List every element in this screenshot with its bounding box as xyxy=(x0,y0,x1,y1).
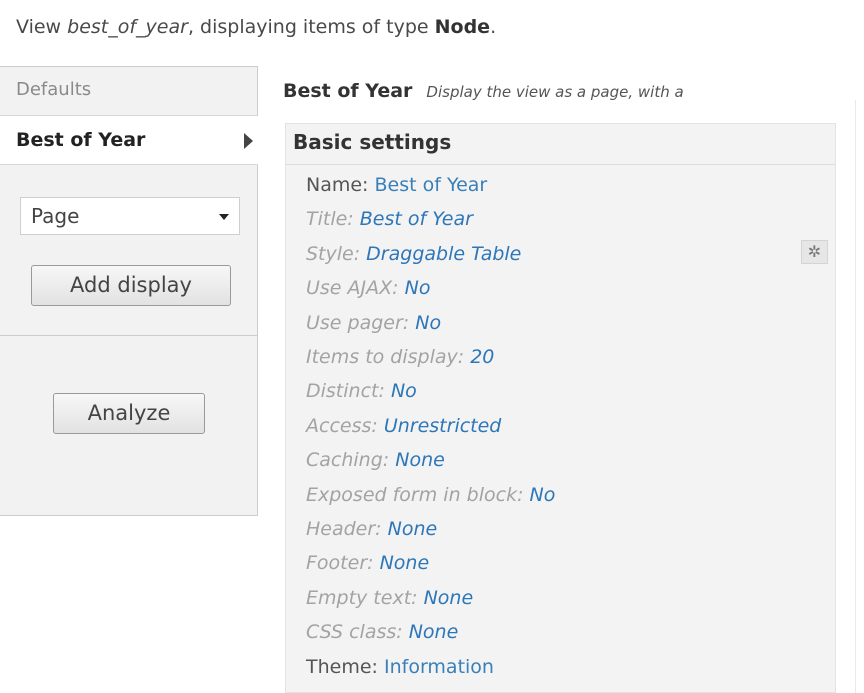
view-title-middle: , displaying items of type xyxy=(187,16,435,38)
setting-value-link[interactable]: Best of Year xyxy=(375,174,488,196)
setting-value-link[interactable]: None xyxy=(409,621,459,643)
setting-label: Items to display: xyxy=(306,346,465,368)
setting-value-link[interactable]: No xyxy=(405,277,431,299)
setting-value-link[interactable]: No xyxy=(391,380,417,402)
setting-row: Title: Best of Year xyxy=(306,208,473,230)
setting-label: CSS class: xyxy=(306,621,403,644)
setting-value-link[interactable]: None xyxy=(380,552,430,574)
setting-value-link[interactable]: No xyxy=(415,312,441,334)
gear-icon[interactable]: ✲ xyxy=(801,240,828,264)
setting-row: Theme: Information xyxy=(306,656,494,678)
setting-value-link[interactable]: None xyxy=(388,518,438,540)
setting-label: Exposed form in block: xyxy=(306,483,524,506)
view-title: View best_of_year, displaying items of t… xyxy=(16,16,496,38)
view-base-type: Node xyxy=(434,16,491,38)
setting-label: Theme: xyxy=(306,655,378,678)
basic-settings-panel: Basic settings Name: Best of Year Title: … xyxy=(285,123,836,693)
analyze-button[interactable]: Analyze xyxy=(53,393,205,434)
chevron-down-icon xyxy=(219,214,229,220)
setting-label: Caching: xyxy=(306,449,390,472)
view-machine-name: best_of_year xyxy=(67,16,188,38)
setting-row: Empty text: None xyxy=(306,587,473,609)
setting-row: Distinct: No xyxy=(306,380,417,402)
setting-row: Style: Draggable Table xyxy=(306,243,521,265)
setting-value-link[interactable]: Draggable Table xyxy=(366,243,521,265)
setting-label: Empty text: xyxy=(306,586,418,609)
setting-row: Header: None xyxy=(306,518,437,540)
arrow-right-icon xyxy=(244,133,253,149)
setting-value-link[interactable]: No xyxy=(530,484,556,506)
basic-settings-title: Basic settings xyxy=(293,130,452,154)
tab-best-of-year-label: Best of Year xyxy=(16,129,146,151)
setting-label: Footer: xyxy=(306,552,374,575)
view-title-suffix: . xyxy=(490,16,497,38)
setting-row: Use pager: No xyxy=(306,312,441,334)
setting-value-link[interactable]: None xyxy=(424,587,474,609)
tab-defaults[interactable]: Defaults xyxy=(0,67,257,116)
display-description: Display the view as a page, with a xyxy=(426,83,684,101)
display-title: Best of Year xyxy=(283,80,413,102)
setting-label: Use pager: xyxy=(306,311,410,334)
panel-edge-divider xyxy=(855,100,856,693)
setting-label: Style: xyxy=(306,242,361,265)
setting-label: Title: xyxy=(306,208,354,231)
tabs-divider xyxy=(0,335,257,336)
setting-row: Caching: None xyxy=(306,449,445,471)
setting-label: Distinct: xyxy=(306,380,385,403)
setting-value-link[interactable]: Unrestricted xyxy=(384,415,502,437)
setting-row: Use AJAX: No xyxy=(306,277,430,299)
display-type-value: Page xyxy=(31,204,80,228)
setting-row: Footer: None xyxy=(306,552,429,574)
tab-best-of-year[interactable]: Best of Year xyxy=(0,116,258,165)
setting-label: Name: xyxy=(306,174,369,196)
setting-label: Access: xyxy=(306,414,378,437)
settings-divider xyxy=(286,164,835,165)
display-tabs: Defaults Best of Year Page Add display A… xyxy=(0,66,258,516)
setting-row: Access: Unrestricted xyxy=(306,415,501,437)
setting-value-link[interactable]: Best of Year xyxy=(360,208,473,230)
setting-row: Exposed form in block: No xyxy=(306,484,555,506)
add-display-button[interactable]: Add display xyxy=(31,265,231,306)
setting-value-link[interactable]: 20 xyxy=(470,346,494,368)
setting-row: Items to display: 20 xyxy=(306,346,494,368)
display-header: Best of Year Display the view as a page, … xyxy=(283,80,684,102)
setting-row: Name: Best of Year xyxy=(306,174,487,196)
view-title-prefix: View xyxy=(16,16,68,38)
setting-label: Use AJAX: xyxy=(306,277,399,300)
setting-row: CSS class: None xyxy=(306,621,458,643)
display-type-select[interactable]: Page xyxy=(20,197,240,235)
setting-label: Header: xyxy=(306,518,382,540)
setting-value-link[interactable]: None xyxy=(395,449,445,471)
setting-value-link[interactable]: Information xyxy=(384,656,494,678)
